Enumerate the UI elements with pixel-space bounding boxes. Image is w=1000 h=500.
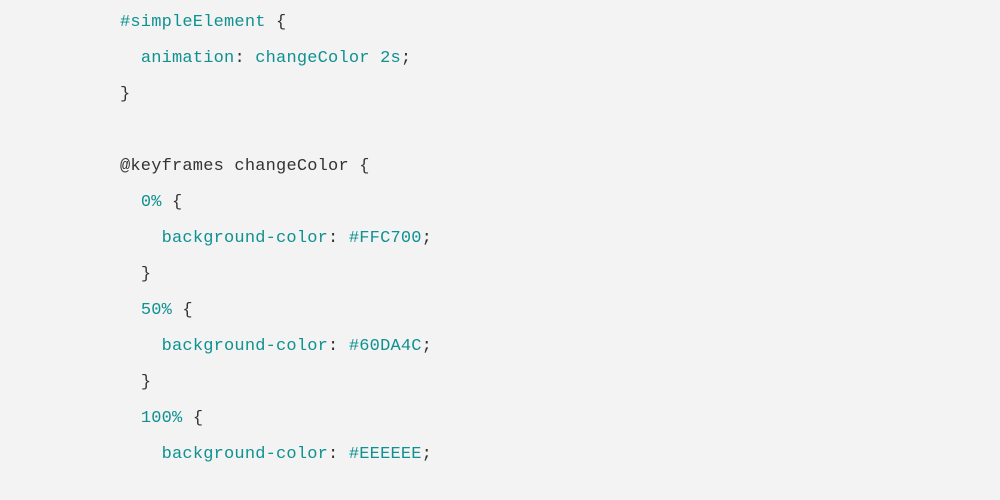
css-value: #EEEEEE xyxy=(349,445,422,464)
css-value: #FFC700 xyxy=(349,229,422,248)
brace-open: { xyxy=(266,13,287,32)
css-value: #60DA4C xyxy=(349,337,422,356)
css-property: background-color xyxy=(162,337,328,356)
indent xyxy=(120,229,162,248)
at-rule: @keyframes xyxy=(120,157,224,176)
brace-open: { xyxy=(162,193,183,212)
brace-close: } xyxy=(120,85,130,104)
indent xyxy=(120,265,141,284)
indent xyxy=(120,193,141,212)
keyframe-pct: 0% xyxy=(141,193,162,212)
indent xyxy=(120,49,141,68)
brace-open: { xyxy=(172,301,193,320)
keyframes-name: changeColor xyxy=(224,157,359,176)
css-property: animation xyxy=(141,49,235,68)
css-selector: #simpleElement xyxy=(120,13,266,32)
brace-open: { xyxy=(182,409,203,428)
colon: : xyxy=(328,445,349,464)
semicolon: ; xyxy=(422,229,432,248)
keyframe-pct: 100% xyxy=(141,409,183,428)
colon: : xyxy=(328,229,349,248)
indent xyxy=(120,301,141,320)
css-property: background-color xyxy=(162,445,328,464)
indent xyxy=(120,373,141,392)
semicolon: ; xyxy=(422,445,432,464)
indent xyxy=(120,409,141,428)
brace-close: } xyxy=(141,373,151,392)
keyframe-pct: 50% xyxy=(141,301,172,320)
code-snippet: #simpleElement { animation: changeColor … xyxy=(0,0,1000,473)
brace-close: } xyxy=(141,265,151,284)
css-value: changeColor 2s xyxy=(255,49,401,68)
brace-open: { xyxy=(359,157,369,176)
semicolon: ; xyxy=(422,337,432,356)
colon: : xyxy=(234,49,255,68)
colon: : xyxy=(328,337,349,356)
css-property: background-color xyxy=(162,229,328,248)
indent xyxy=(120,445,162,464)
indent xyxy=(120,337,162,356)
semicolon: ; xyxy=(401,49,411,68)
